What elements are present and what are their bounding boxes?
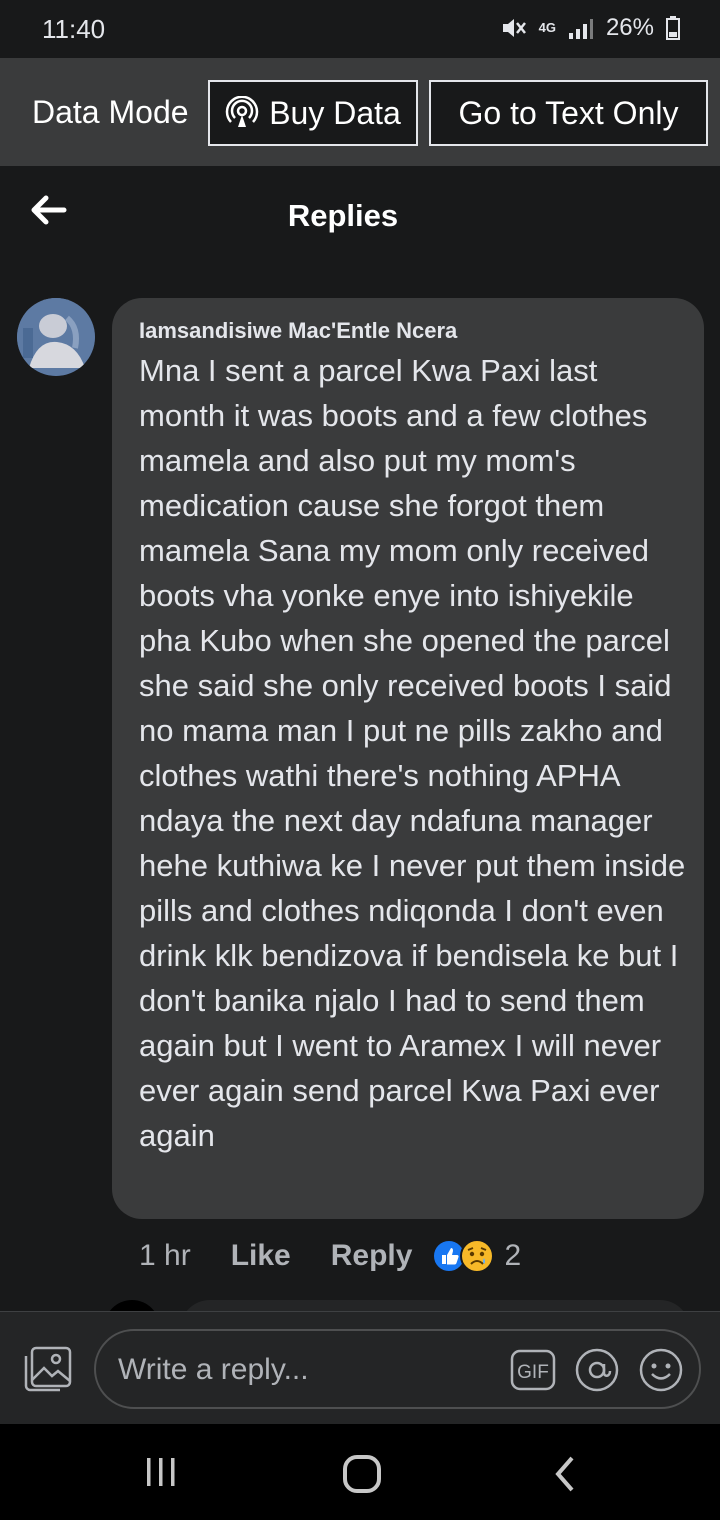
- comment-timestamp: 1 hr: [139, 1239, 191, 1272]
- reply-composer: Write a reply... GIF: [0, 1311, 720, 1424]
- text-only-label: Go to Text Only: [458, 94, 679, 131]
- battery-icon: [666, 16, 680, 40]
- like-button[interactable]: Like: [231, 1239, 291, 1273]
- signal-icon: [568, 19, 593, 39]
- home-icon[interactable]: [342, 1454, 382, 1494]
- network-type: 4G: [538, 20, 556, 35]
- back-nav-icon[interactable]: [550, 1454, 580, 1494]
- buy-data-label: Buy Data: [269, 94, 401, 131]
- buy-data-button[interactable]: Buy Data: [208, 80, 418, 146]
- comment-author[interactable]: Iamsandisiwe Mac'Entle Ncera: [139, 318, 457, 344]
- recents-icon[interactable]: [143, 1454, 179, 1490]
- replies-header: Replies: [0, 166, 720, 266]
- battery-percent: 26%: [605, 14, 654, 41]
- status-icons: 4G 26%: [501, 14, 680, 42]
- avatar-photo: [17, 298, 95, 376]
- comment-text: Mna I sent a parcel Kwa Paxi last month …: [139, 353, 686, 1153]
- gif-label: GIF: [517, 1362, 549, 1383]
- sad-reaction-icon: [460, 1239, 495, 1273]
- reply-button[interactable]: Reply: [331, 1239, 413, 1273]
- comment-actions: 1 hr Like Reply 2: [139, 1236, 521, 1276]
- data-mode-bar: Data Mode Buy Data Go to Text Only: [0, 58, 720, 166]
- reaction-count: 2: [504, 1239, 522, 1272]
- broadcast-icon: [226, 96, 259, 127]
- emoji-icon[interactable]: [638, 1347, 684, 1393]
- comment-bubble[interactable]: Iamsandisiwe Mac'Entle Ncera Mna I sent …: [112, 298, 704, 1219]
- reply-input[interactable]: Write a reply... GIF: [94, 1329, 701, 1409]
- reactions[interactable]: [432, 1239, 495, 1273]
- go-to-text-only-button[interactable]: Go to Text Only: [429, 80, 708, 146]
- reply-placeholder: Write a reply...: [118, 1353, 309, 1386]
- status-time: 11:40: [42, 14, 106, 44]
- page-title: Replies: [287, 198, 399, 233]
- photo-icon[interactable]: [22, 1344, 74, 1394]
- status-bar: 11:40 4G 26%: [0, 0, 720, 58]
- system-nav-bar: [0, 1424, 720, 1520]
- mute-icon: [502, 19, 526, 37]
- data-mode-label: Data Mode: [32, 94, 189, 130]
- gif-icon[interactable]: GIF: [510, 1349, 556, 1391]
- mention-icon[interactable]: [574, 1347, 620, 1393]
- avatar[interactable]: [17, 298, 95, 376]
